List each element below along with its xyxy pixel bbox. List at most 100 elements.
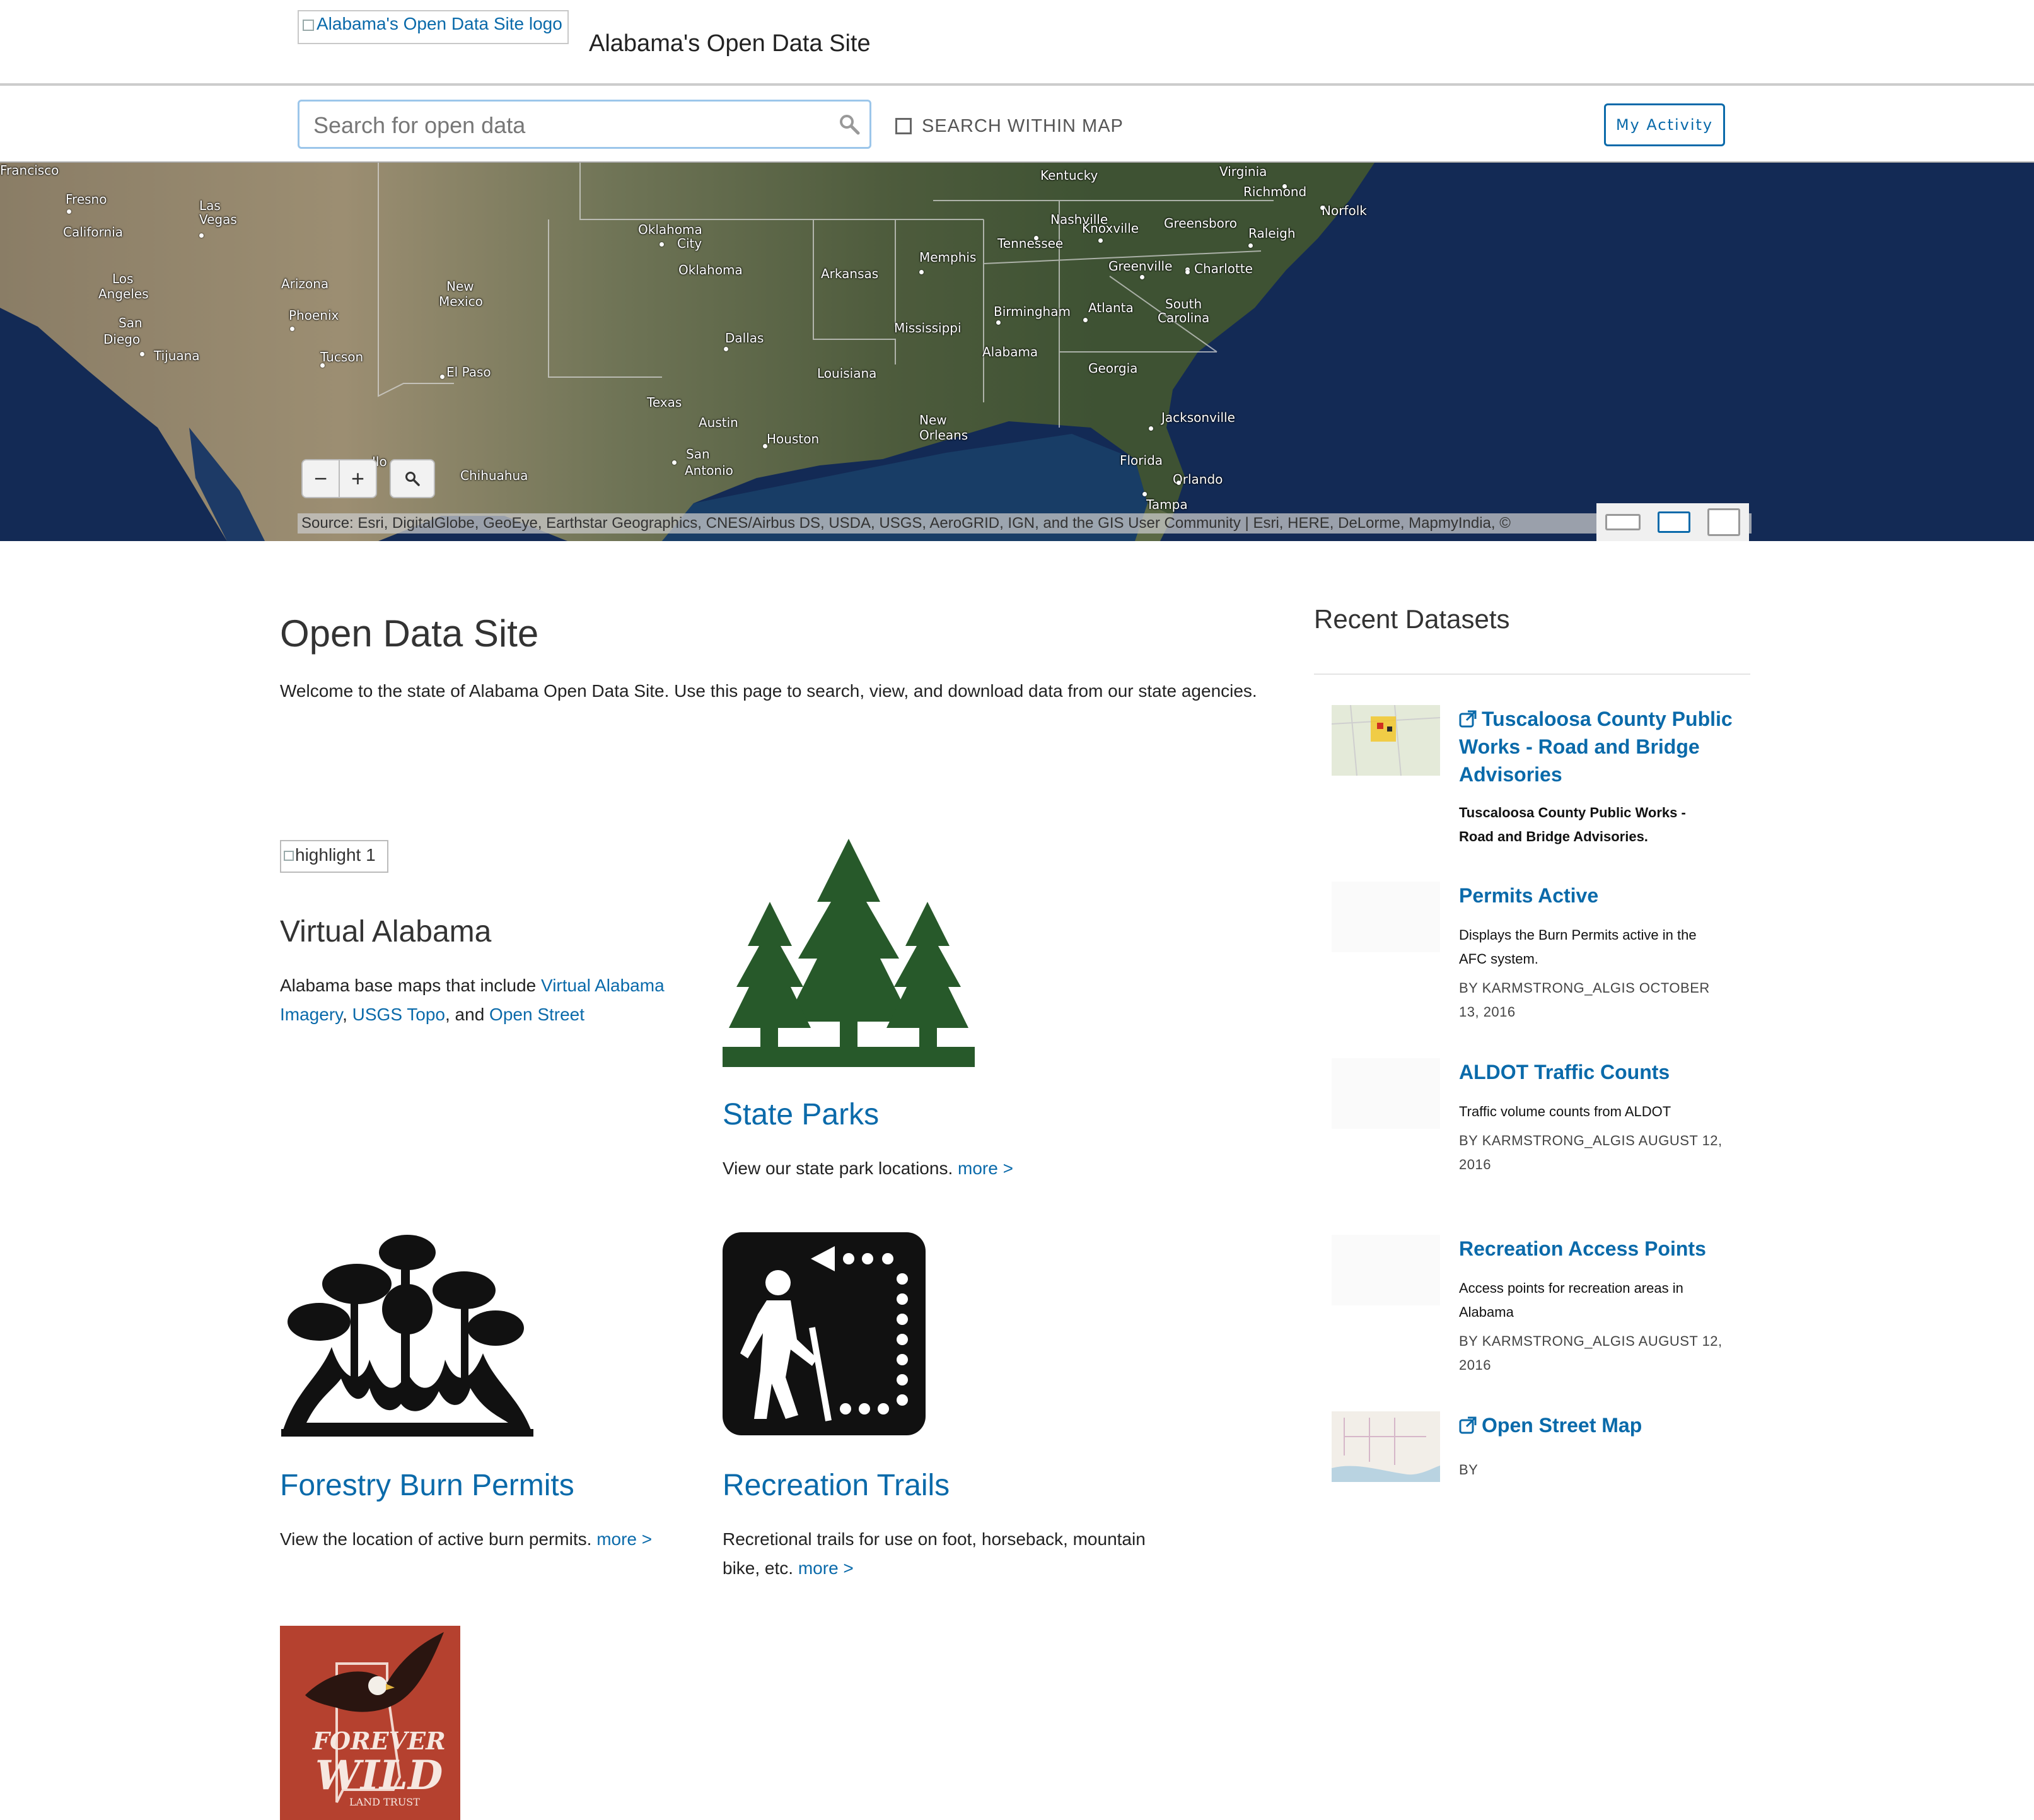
search-within-map-toggle[interactable]: SEARCH WITHIN MAP — [895, 114, 1124, 139]
map-place-label: South — [1165, 296, 1202, 312]
virtual-alabama-text: Alabama base maps that include — [280, 976, 542, 995]
map-place-label: Tijuana — [154, 348, 200, 363]
map-place-label: New — [919, 412, 947, 428]
search-box — [298, 100, 871, 149]
map-place-label: Vegas — [199, 212, 237, 227]
zoom-control: − + — [301, 459, 377, 498]
search-icon[interactable] — [838, 113, 861, 136]
dataset-thumbnail[interactable] — [1332, 1235, 1440, 1305]
burn-permits-text: View the location of active burn permits… — [280, 1529, 597, 1549]
site-logo[interactable]: Alabama's Open Data Site logo — [298, 10, 569, 44]
map-place-label: Mississippi — [894, 320, 962, 335]
dataset-title: Tuscaloosa County Public Works - Road an… — [1459, 708, 1733, 786]
map-city-marker — [320, 363, 325, 368]
dataset-thumbnail[interactable] — [1331, 704, 1441, 776]
page-title: Open Data Site — [280, 612, 539, 655]
zoom-out-button[interactable]: − — [303, 460, 339, 497]
map-place-label: Las — [199, 198, 221, 213]
open-street-link[interactable]: Open Street — [489, 1005, 584, 1024]
map-place-label: Raleigh — [1248, 226, 1296, 241]
map-city-marker — [660, 242, 664, 247]
map-place-label: Norfolk — [1322, 203, 1367, 218]
site-header: Alabama's Open Data Site logo Alabama's … — [0, 0, 2034, 86]
dataset-title-link[interactable]: Recreation Access Points — [1459, 1235, 1736, 1263]
map-city-marker — [996, 320, 1001, 325]
map-place-label: Richmond — [1243, 184, 1307, 199]
recreation-trails-title[interactable]: Recreation Trails — [723, 1468, 950, 1503]
dataset-title-link[interactable]: Permits Active — [1459, 882, 1736, 909]
dataset-title-link[interactable]: Open Street Map — [1459, 1411, 1736, 1439]
forever-wild-text-3: LAND TRUST — [349, 1796, 420, 1808]
map-place-label: City — [677, 236, 702, 251]
forever-wild-text-2: WILD — [315, 1752, 443, 1799]
dataset-meta: BY KARMSTRONG_ALGIS AUGUST 12, 2016 — [1459, 1133, 1723, 1172]
map-place-label: Carolina — [1158, 310, 1210, 325]
pine-trees-icon[interactable] — [723, 839, 975, 1067]
dataset-thumbnail[interactable] — [1332, 1411, 1440, 1482]
map-city-marker — [67, 209, 71, 214]
map-place-label: Orlando — [1173, 472, 1223, 487]
map-city-marker — [1083, 318, 1088, 322]
map-thumbnail-image — [1331, 704, 1441, 776]
map-place-label: Oklahoma — [678, 262, 743, 277]
map-city-marker — [1034, 236, 1038, 240]
map-city-marker — [1185, 270, 1190, 274]
map-city-marker — [1320, 206, 1325, 210]
map-place-label: Tucson — [320, 349, 364, 365]
dataset-description: Tuscaloosa County Public Works - Road an… — [1459, 805, 1686, 844]
map-place-label: Charlotte — [1194, 261, 1253, 276]
map-place-label: Georgia — [1088, 361, 1138, 376]
my-activity-button[interactable]: My Activity — [1604, 103, 1725, 146]
separator-2: , and — [445, 1005, 490, 1024]
map-place-label: Orleans — [919, 428, 968, 443]
map-city-marker — [1177, 481, 1181, 485]
dataset-thumbnail[interactable] — [1332, 882, 1440, 952]
dataset-description: Access points for recreation areas in Al… — [1459, 1280, 1683, 1320]
search-within-map-checkbox[interactable] — [895, 118, 912, 134]
state-parks-more-link[interactable]: more > — [958, 1158, 1013, 1178]
dataset-title-link[interactable]: Tuscaloosa County Public Works - Road an… — [1459, 705, 1736, 788]
dataset-title-link[interactable]: ALDOT Traffic Counts — [1459, 1058, 1736, 1086]
basemap-option-1[interactable] — [1605, 514, 1641, 530]
virtual-alabama-title: Virtual Alabama — [280, 915, 492, 948]
burn-permits-more-link[interactable]: more > — [596, 1529, 652, 1549]
map-place-label: Tennessee — [997, 236, 1064, 251]
forestry-burn-permits-description: View the location of active burn permits… — [280, 1525, 652, 1554]
highlight-image[interactable]: highlight 1 — [280, 840, 388, 873]
map-attribution: Source: Esri, DigitalGlobe, GeoEye, Eart… — [298, 513, 1752, 534]
map-place-label: Virginia — [1219, 164, 1267, 179]
map-city-marker — [1098, 238, 1103, 243]
hiker-trail-icon[interactable] — [723, 1232, 926, 1435]
recent-datasets-heading: Recent Datasets — [1314, 604, 1510, 634]
recreation-trails-more-link[interactable]: more > — [798, 1558, 854, 1578]
map-place-label: Fresno — [66, 192, 107, 207]
site-title[interactable]: Alabama's Open Data Site — [589, 30, 871, 57]
map-view[interactable]: Francisco Fresno California Las Vegas Los Ange… — [0, 163, 2034, 541]
map-search-button[interactable] — [390, 459, 435, 498]
state-parks-title[interactable]: State Parks — [723, 1097, 879, 1132]
forever-wild-logo[interactable]: FOREVER WILD LAND TRUST — [280, 1626, 460, 1820]
forestry-burn-permits-title[interactable]: Forestry Burn Permits — [280, 1468, 574, 1503]
usgs-topo-link[interactable]: USGS Topo — [352, 1005, 445, 1024]
state-parks-text: View our state park locations. — [723, 1158, 958, 1178]
map-place-label: Memphis — [919, 250, 977, 265]
map-place-label: Los — [112, 271, 134, 286]
map-place-label: New — [446, 279, 474, 294]
recreation-trails-description: Recretional trails for use on foot, hors… — [723, 1525, 1164, 1583]
map-place-label: Texas — [647, 395, 682, 410]
basemap-option-2[interactable] — [1657, 511, 1690, 533]
logo-alt-text: Alabama's Open Data Site logo — [317, 14, 562, 33]
map-city-marker — [724, 347, 728, 351]
map-place-label: El Paso — [446, 365, 491, 380]
map-place-label: Alabama — [982, 344, 1038, 359]
zoom-in-button[interactable]: + — [339, 460, 376, 497]
forest-fire-icon[interactable] — [281, 1234, 533, 1437]
basemap-option-3[interactable] — [1707, 508, 1741, 536]
map-place-label: Dallas — [725, 330, 764, 346]
forever-wild-text-1: FOREVER — [313, 1727, 446, 1755]
dataset-thumbnail[interactable] — [1332, 1058, 1440, 1129]
map-place-label: Arizona — [281, 276, 329, 291]
broken-image-icon — [284, 851, 294, 861]
map-place-label: Francisco — [0, 163, 59, 178]
search-input[interactable] — [312, 109, 819, 142]
